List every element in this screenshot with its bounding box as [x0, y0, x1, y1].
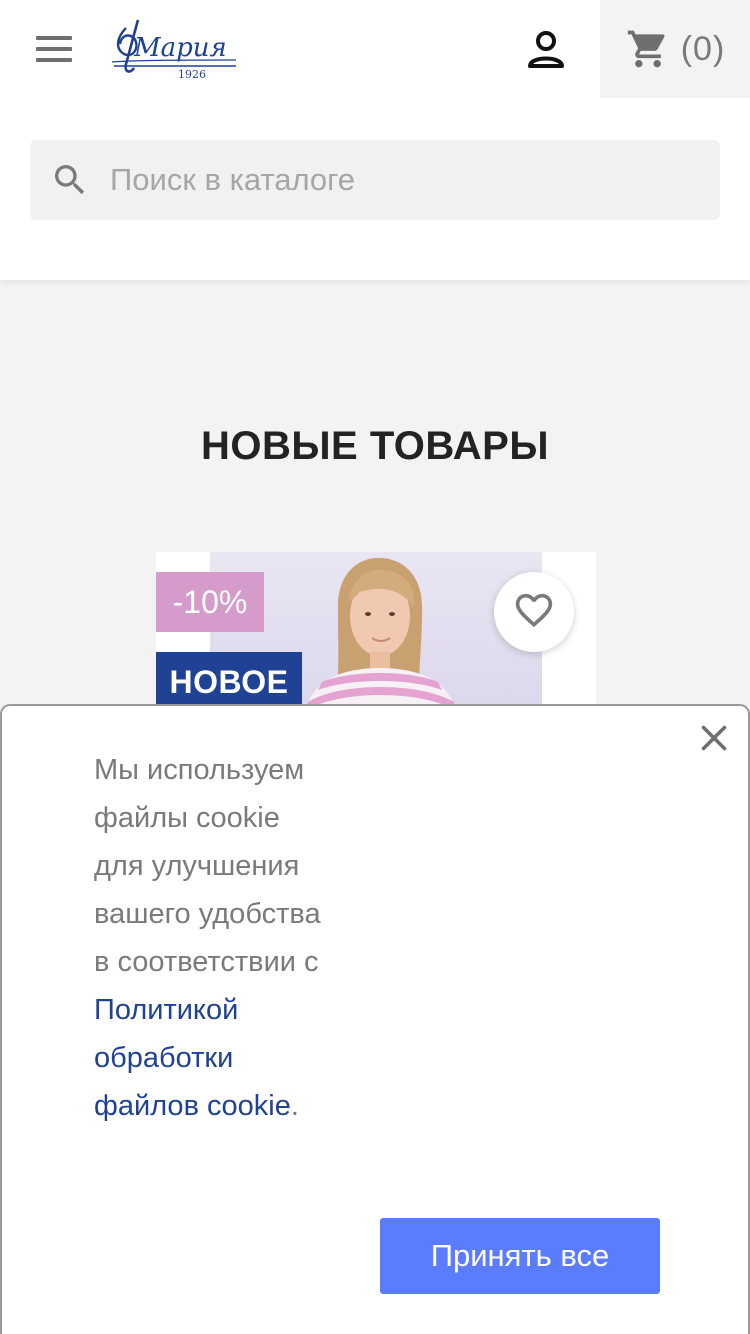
new-badge: НОВОЕ — [156, 652, 302, 712]
accept-all-button[interactable]: Принять все — [380, 1218, 660, 1294]
cookie-consent-banner: Мы используем файлы cookie для улучшения… — [0, 704, 750, 1334]
search-section — [0, 98, 750, 280]
logo-year: 1926 — [178, 68, 206, 81]
menu-button[interactable] — [36, 36, 76, 64]
search-box[interactable] — [30, 140, 720, 220]
site-header: Мария 1926 (0) — [0, 0, 750, 98]
menu-bar-icon — [36, 36, 72, 40]
cart-button[interactable]: (0) — [600, 0, 750, 98]
cookie-message-text: Мы используем файлы cookie для улучшения… — [94, 754, 321, 978]
discount-badge: -10% — [156, 572, 264, 632]
search-icon[interactable] — [50, 160, 90, 200]
logo-text: Мария — [133, 33, 227, 63]
heart-outline-icon — [515, 593, 553, 628]
shopping-cart-icon — [627, 30, 665, 68]
brand-logo[interactable]: Мария 1926 — [108, 14, 240, 84]
product-card[interactable]: -10% НОВОЕ — [156, 552, 596, 712]
cart-count: (0) — [680, 29, 726, 68]
menu-bar-icon — [36, 47, 72, 51]
cookie-message: Мы используем файлы cookie для улучшения… — [94, 746, 324, 1130]
section-title: НОВЫЕ ТОВАРЫ — [200, 424, 549, 468]
cookie-policy-link[interactable]: Политикой обработки файлов cookie — [94, 994, 291, 1122]
search-input[interactable] — [110, 162, 670, 198]
close-icon[interactable] — [696, 720, 732, 756]
cookie-message-end: . — [290, 1090, 299, 1122]
menu-bar-icon — [36, 58, 72, 62]
user-icon — [528, 31, 564, 68]
wishlist-button[interactable] — [494, 572, 574, 652]
user-account-button[interactable] — [524, 30, 568, 70]
